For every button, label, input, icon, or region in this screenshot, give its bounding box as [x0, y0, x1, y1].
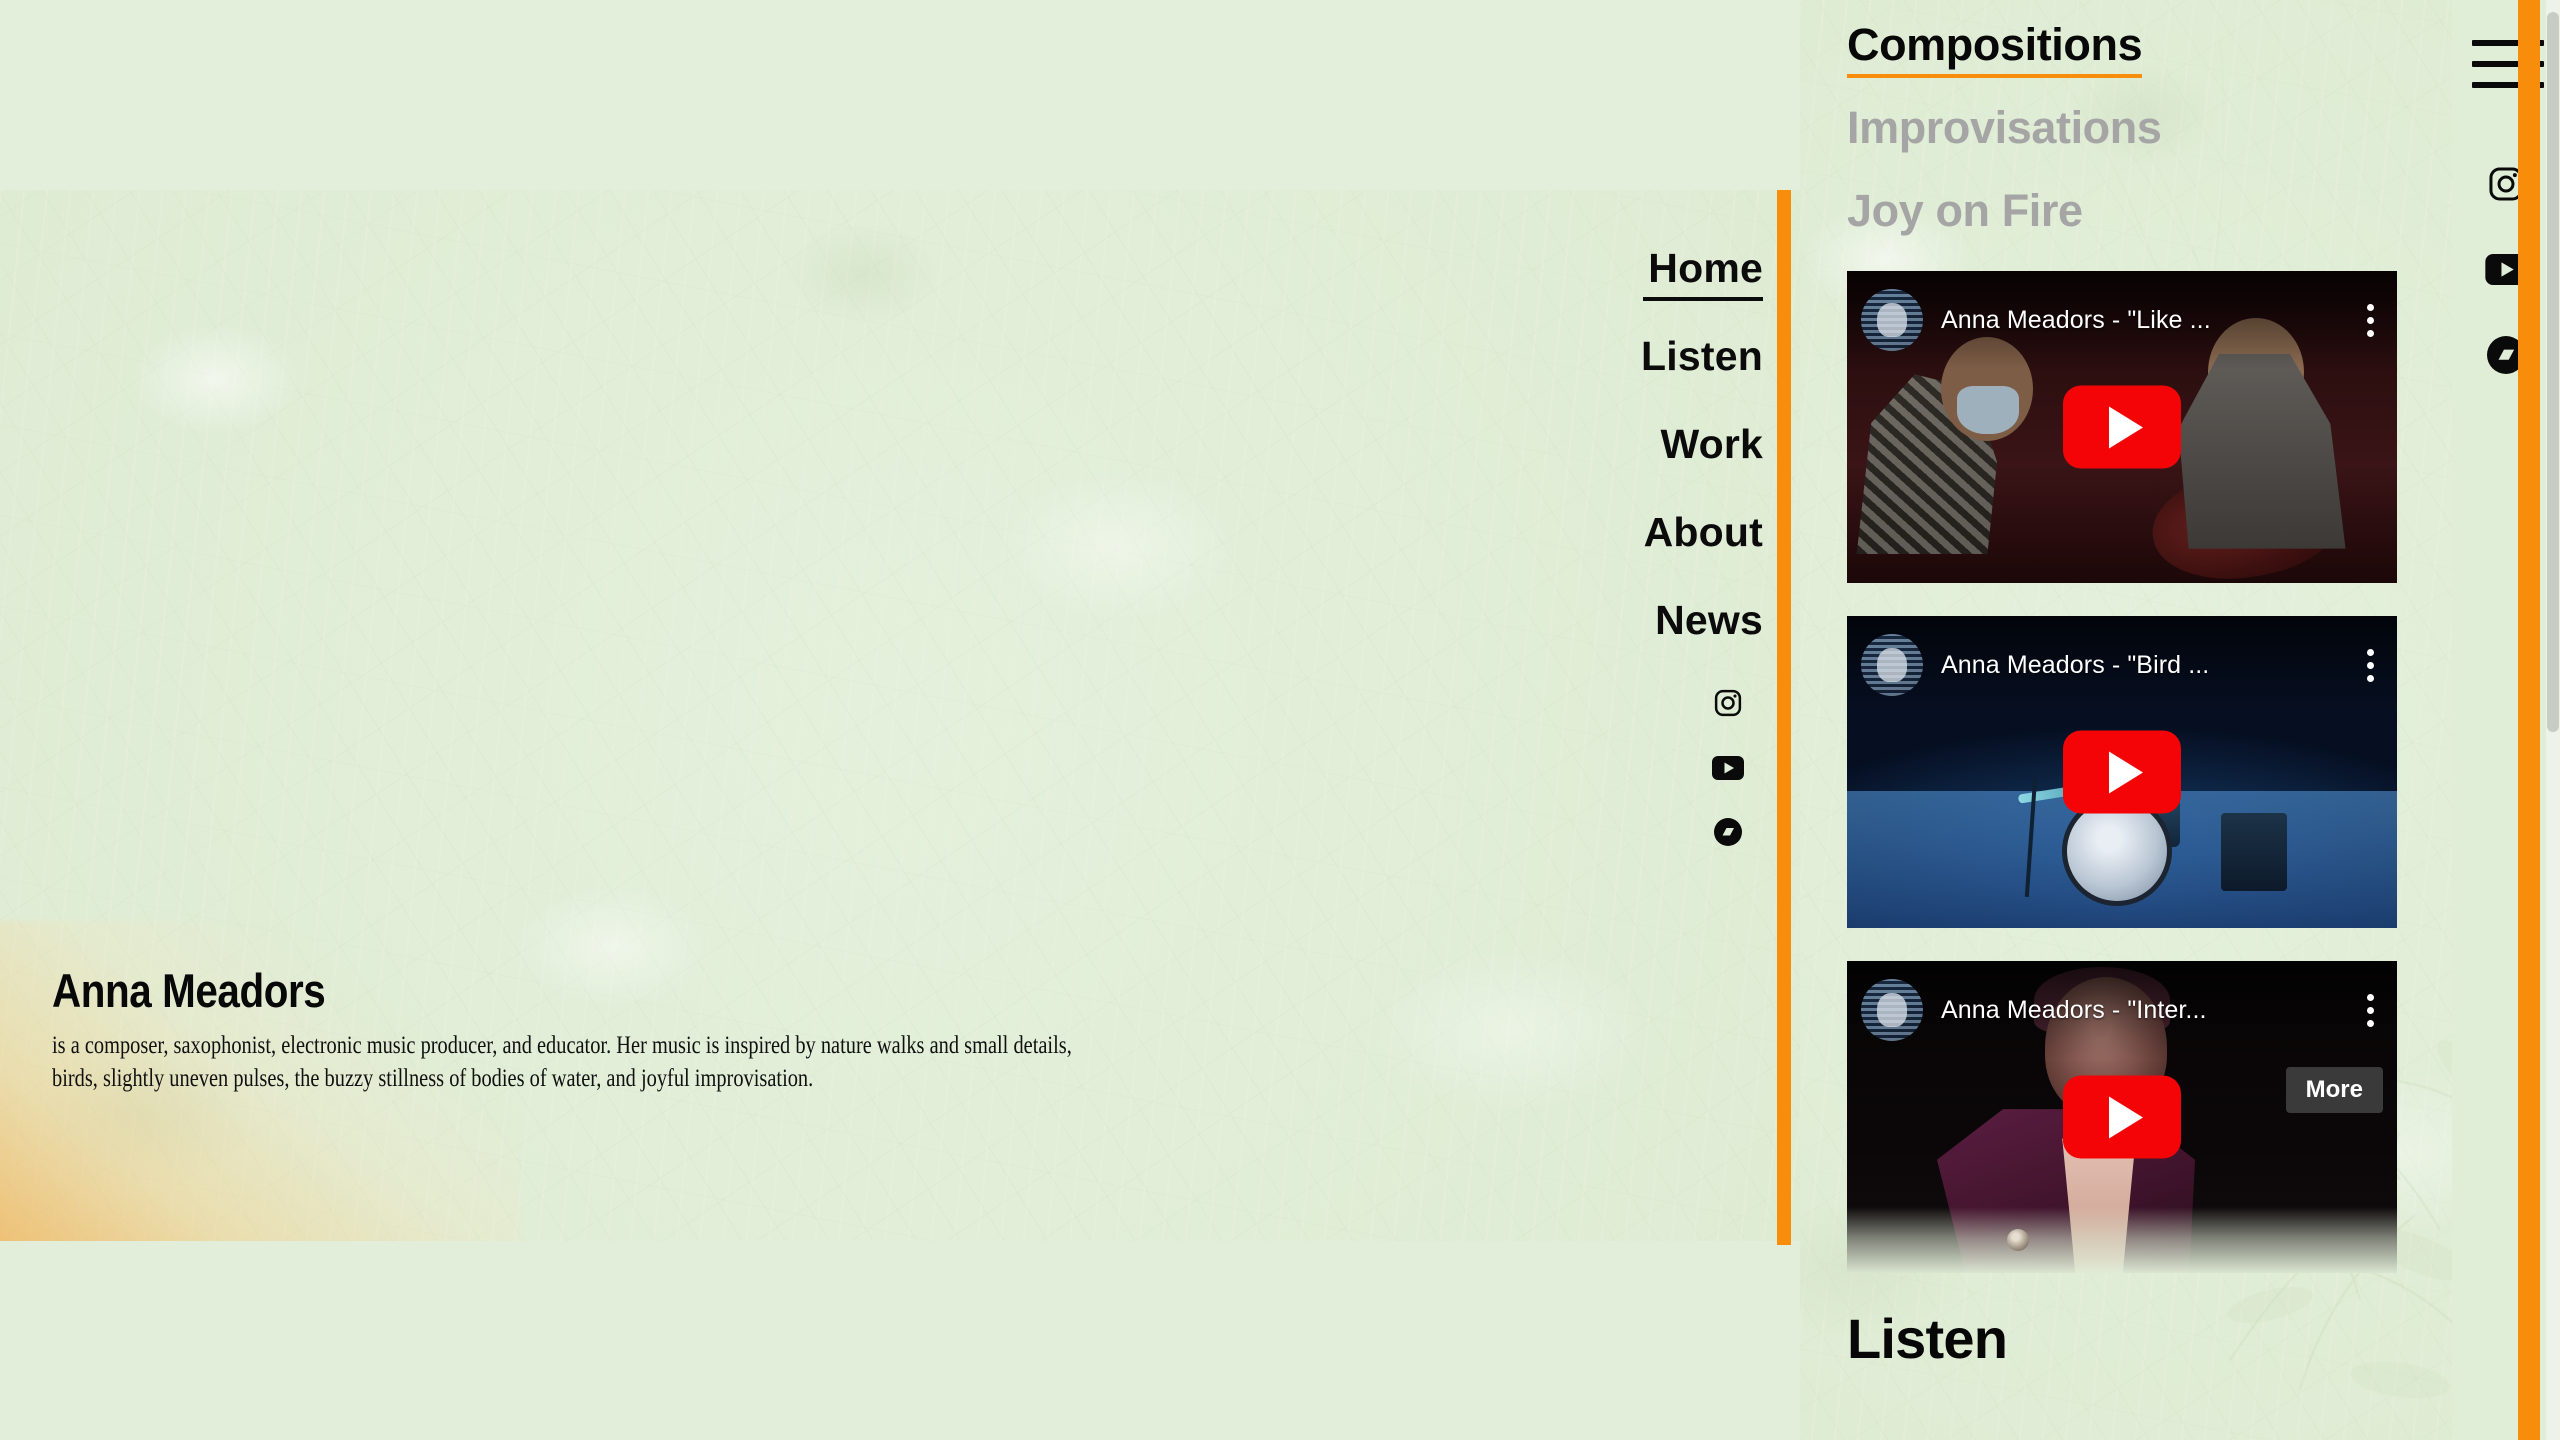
bandcamp-icon[interactable]: [1714, 818, 1742, 846]
more-tooltip: More: [2285, 1067, 2383, 1113]
channel-avatar-icon[interactable]: [1861, 979, 1923, 1041]
artist-name: Anna Meadors: [52, 964, 326, 1017]
video-title: Anna Meadors - "Like ...: [1941, 305, 2211, 334]
youtube-icon[interactable]: [1712, 756, 1744, 780]
main-navigation: Home Listen Work About News: [1503, 248, 1763, 688]
play-button[interactable]: [2063, 730, 2181, 814]
channel-avatar-icon[interactable]: [1861, 634, 1923, 696]
main-social-links: [1698, 688, 1758, 846]
tab-improvisations[interactable]: Improvisations: [1847, 105, 2162, 150]
nav-item-listen[interactable]: Listen: [1503, 336, 1763, 377]
video-header: Anna Meadors - "Like ...: [1847, 271, 2397, 369]
nav-item-home[interactable]: Home: [1503, 248, 1763, 301]
tab-joy-on-fire[interactable]: Joy on Fire: [1847, 188, 2083, 233]
video-title: Anna Meadors - "Bird ...: [1941, 650, 2210, 679]
bio-block: Anna Meadors is a composer, saxophonist,…: [52, 963, 1112, 1094]
main-column: Home Listen Work About News Anna Meadors…: [0, 0, 1800, 1440]
nav-item-work[interactable]: Work: [1503, 424, 1763, 465]
more-options-icon[interactable]: [2357, 990, 2383, 1031]
video-header: Anna Meadors - "Bird ...: [1847, 616, 2397, 714]
video-header: Anna Meadors - "Inter...: [1847, 961, 2397, 1059]
main-top-band: [0, 0, 1800, 190]
orange-right-bar: [2518, 0, 2540, 1440]
listen-section-heading: Listen: [1847, 1307, 2008, 1370]
video-card[interactable]: Anna Meadors - "Bird ...: [1847, 616, 2397, 928]
scrollbar-thumb[interactable]: [2547, 12, 2559, 732]
artist-description: is a composer, saxophonist, electronic m…: [52, 1030, 1072, 1092]
channel-avatar-icon[interactable]: [1861, 289, 1923, 351]
rail-social-links: [2452, 165, 2560, 374]
nav-item-about[interactable]: About: [1503, 512, 1763, 553]
page-root: Home Listen Work About News Anna Meadors…: [0, 0, 2560, 1440]
play-button[interactable]: [2063, 1075, 2181, 1159]
video-card[interactable]: Anna Meadors - "Like ...: [1847, 271, 2397, 583]
right-panel: Compositions Improvisations Joy on Fire …: [1800, 0, 2516, 1440]
tab-compositions[interactable]: Compositions: [1847, 22, 2143, 78]
video-card[interactable]: Anna Meadors - "Inter... More: [1847, 961, 2397, 1273]
more-options-icon[interactable]: [2357, 300, 2383, 341]
nav-item-news[interactable]: News: [1503, 600, 1763, 641]
orange-vertical-divider: [1777, 190, 1791, 1245]
video-title: Anna Meadors - "Inter...: [1941, 995, 2207, 1024]
right-rail: [2452, 0, 2560, 1440]
instagram-icon[interactable]: [1713, 688, 1743, 718]
play-button[interactable]: [2063, 385, 2181, 469]
more-options-icon[interactable]: [2357, 645, 2383, 686]
right-panel-content: Compositions Improvisations Joy on Fire …: [1800, 0, 2516, 1371]
main-bottom-band: [0, 1241, 1800, 1440]
